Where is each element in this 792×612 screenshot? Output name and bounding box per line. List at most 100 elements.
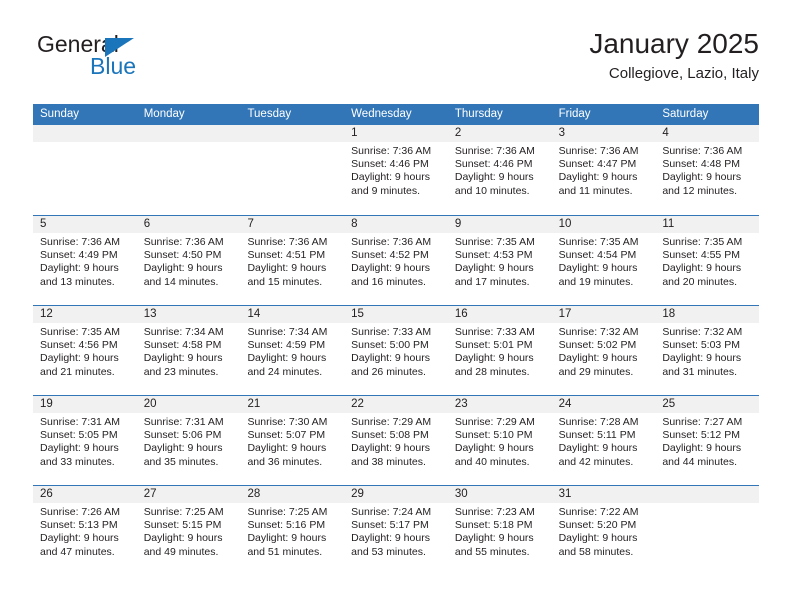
- calendar-week-row: 5 Sunrise: 7:36 AM Sunset: 4:49 PM Daylight…: [33, 215, 760, 305]
- calendar-day-cell[interactable]: 29 Sunrise: 7:24 AM Sunset: 5:17 PM Dayligh…: [344, 486, 448, 575]
- day-number: 9: [447, 216, 552, 233]
- sunrise-text: Sunrise: 7:35 AM: [662, 236, 743, 248]
- weekday-header-thursday: Thursday: [454, 108, 503, 120]
- day-number: [655, 486, 760, 503]
- sunset-text: Sunset: 4:51 PM: [247, 249, 326, 262]
- calendar-day-cell[interactable]: 10 Sunrise: 7:35 AM Sunset: 4:54 PM Dayligh…: [551, 216, 656, 305]
- day-number: 21: [240, 396, 345, 413]
- calendar-day-cell[interactable]: 18 Sunrise: 7:32 AM Sunset: 5:03 PM Dayligh…: [655, 306, 760, 395]
- sunrise-text: Sunrise: 7:29 AM: [351, 416, 432, 428]
- calendar-day-cell[interactable]: 21 Sunrise: 7:30 AM Sunset: 5:07 PM Dayligh…: [240, 396, 345, 485]
- daylight-text-line1: Daylight: 9 hours: [454, 532, 534, 545]
- calendar-day-cell[interactable]: 8 Sunrise: 7:36 AM Sunset: 4:52 PM Daylight…: [344, 216, 448, 305]
- sunrise-text: Sunrise: 7:36 AM: [247, 236, 328, 248]
- calendar-day-cell[interactable]: 20 Sunrise: 7:31 AM Sunset: 5:06 PM Dayligh…: [136, 396, 241, 485]
- calendar-day-cell[interactable]: 27 Sunrise: 7:25 AM Sunset: 5:15 PM Dayligh…: [136, 486, 241, 575]
- calendar-day-cell[interactable]: 3 Sunrise: 7:36 AM Sunset: 4:47 PM Daylight…: [551, 125, 656, 215]
- weekday-header-saturday: Saturday: [662, 108, 709, 120]
- daylight-text-line2: and 51 minutes.: [247, 545, 323, 558]
- calendar-week-row: 19 Sunrise: 7:31 AM Sunset: 5:05 PM Dayligh…: [33, 395, 760, 485]
- sunset-text: Sunset: 5:07 PM: [247, 429, 326, 442]
- calendar-day-cell-empty: [33, 125, 137, 215]
- calendar-day-cell[interactable]: 9 Sunrise: 7:35 AM Sunset: 4:53 PM Daylight…: [447, 216, 552, 305]
- sunset-text: Sunset: 5:00 PM: [351, 339, 429, 352]
- calendar-day-cell[interactable]: 26 Sunrise: 7:26 AM Sunset: 5:13 PM Dayligh…: [33, 486, 137, 575]
- calendar-day-cell[interactable]: 25 Sunrise: 7:27 AM Sunset: 5:12 PM Dayligh…: [655, 396, 760, 485]
- day-sun-info: Sunrise: 7:31 AM Sunset: 5:06 PM Daylight:…: [137, 413, 241, 469]
- calendar-day-cell[interactable]: 19 Sunrise: 7:31 AM Sunset: 5:05 PM Dayligh…: [33, 396, 137, 485]
- sunrise-text: Sunrise: 7:36 AM: [351, 236, 432, 248]
- calendar-day-cell[interactable]: 15 Sunrise: 7:33 AM Sunset: 5:00 PM Dayligh…: [344, 306, 448, 395]
- calendar-day-cell[interactable]: 5 Sunrise: 7:36 AM Sunset: 4:49 PM Daylight…: [33, 216, 137, 305]
- calendar-day-cell[interactable]: 22 Sunrise: 7:29 AM Sunset: 5:08 PM Dayligh…: [344, 396, 448, 485]
- calendar-weeks: 1 Sunrise: 7:36 AM Sunset: 4:46 PM Daylight…: [33, 125, 760, 575]
- sunset-text: Sunset: 4:59 PM: [247, 339, 326, 352]
- day-sun-info: Sunrise: 7:36 AM Sunset: 4:49 PM Daylight:…: [33, 233, 137, 289]
- calendar-day-cell[interactable]: 11 Sunrise: 7:35 AM Sunset: 4:55 PM Dayligh…: [655, 216, 760, 305]
- weekday-header-row: Sunday Monday Tuesday Wednesday Thursday Frid…: [33, 104, 759, 125]
- sunset-text: Sunset: 5:05 PM: [40, 429, 118, 442]
- calendar-week-row: 12 Sunrise: 7:35 AM Sunset: 4:56 PM Dayligh…: [33, 305, 760, 395]
- day-number: 22: [344, 396, 448, 413]
- daylight-text-line2: and 10 minutes.: [454, 184, 530, 197]
- calendar-day-cell[interactable]: 2 Sunrise: 7:36 AM Sunset: 4:46 PM Daylight…: [447, 125, 552, 215]
- day-sun-info: Sunrise: 7:35 AM Sunset: 4:54 PM Daylight:…: [552, 233, 656, 289]
- day-number: [136, 125, 241, 142]
- daylight-text-line1: Daylight: 9 hours: [247, 532, 327, 545]
- logo-text-blue: Blue: [90, 53, 137, 79]
- daylight-text-line1: Daylight: 9 hours: [662, 171, 742, 184]
- calendar-day-cell[interactable]: 24 Sunrise: 7:28 AM Sunset: 5:11 PM Dayligh…: [551, 396, 656, 485]
- calendar-grid: Sunday Monday Tuesday Wednesday Thursday Frid…: [33, 104, 760, 575]
- sunrise-text: Sunrise: 7:28 AM: [558, 416, 639, 428]
- calendar-day-cell[interactable]: 6 Sunrise: 7:36 AM Sunset: 4:50 PM Daylight…: [136, 216, 241, 305]
- sunrise-text: Sunrise: 7:29 AM: [454, 416, 535, 428]
- daylight-text-line2: and 44 minutes.: [662, 455, 738, 468]
- daylight-text-line2: and 29 minutes.: [558, 365, 634, 378]
- day-sun-info: Sunrise: 7:29 AM Sunset: 5:08 PM Daylight:…: [344, 413, 448, 469]
- calendar-day-cell[interactable]: 30 Sunrise: 7:23 AM Sunset: 5:18 PM Dayligh…: [447, 486, 552, 575]
- daylight-text-line1: Daylight: 9 hours: [351, 171, 430, 184]
- daylight-text-line2: and 15 minutes.: [247, 275, 323, 288]
- daylight-text-line2: and 11 minutes.: [558, 184, 633, 197]
- day-number: 30: [447, 486, 552, 503]
- daylight-text-line2: and 16 minutes.: [351, 275, 426, 288]
- sunrise-text: Sunrise: 7:36 AM: [558, 145, 639, 157]
- calendar-day-cell[interactable]: 13 Sunrise: 7:34 AM Sunset: 4:58 PM Dayligh…: [136, 306, 241, 395]
- calendar-day-cell[interactable]: 28 Sunrise: 7:25 AM Sunset: 5:16 PM Dayligh…: [240, 486, 345, 575]
- day-sun-info: Sunrise: 7:24 AM Sunset: 5:17 PM Daylight:…: [344, 503, 448, 559]
- daylight-text-line1: Daylight: 9 hours: [351, 262, 430, 275]
- day-number: 20: [136, 396, 241, 413]
- day-sun-info: Sunrise: 7:27 AM Sunset: 5:12 PM Daylight:…: [655, 413, 759, 469]
- daylight-text-line1: Daylight: 9 hours: [351, 442, 430, 455]
- calendar-day-cell[interactable]: 17 Sunrise: 7:32 AM Sunset: 5:02 PM Dayligh…: [551, 306, 656, 395]
- calendar-day-cell[interactable]: 1 Sunrise: 7:36 AM Sunset: 4:46 PM Daylight…: [344, 125, 448, 215]
- general-blue-logo[interactable]: General Blue: [33, 28, 273, 88]
- day-number: 4: [655, 125, 760, 142]
- daylight-text-line2: and 55 minutes.: [454, 545, 530, 558]
- day-number: 10: [551, 216, 656, 233]
- calendar-day-cell[interactable]: 12 Sunrise: 7:35 AM Sunset: 4:56 PM Dayligh…: [33, 306, 137, 395]
- calendar-day-cell[interactable]: 7 Sunrise: 7:36 AM Sunset: 4:51 PM Daylight…: [240, 216, 345, 305]
- day-sun-info: Sunrise: 7:36 AM Sunset: 4:48 PM Daylight:…: [655, 142, 759, 198]
- calendar-day-cell[interactable]: 4 Sunrise: 7:36 AM Sunset: 4:48 PM Daylight…: [655, 125, 760, 215]
- sunset-text: Sunset: 5:17 PM: [351, 519, 429, 532]
- day-sun-info: Sunrise: 7:23 AM Sunset: 5:18 PM Daylight:…: [448, 503, 552, 559]
- sunrise-text: Sunrise: 7:33 AM: [454, 326, 535, 338]
- day-sun-info: Sunrise: 7:25 AM Sunset: 5:16 PM Daylight:…: [240, 503, 344, 559]
- calendar-day-cell[interactable]: 31 Sunrise: 7:22 AM Sunset: 5:20 PM Dayligh…: [551, 486, 656, 575]
- day-number: 29: [344, 486, 448, 503]
- page-header: General Blue January 2025 Collegiove, La…: [33, 28, 759, 96]
- daylight-text-line1: Daylight: 9 hours: [247, 262, 327, 275]
- calendar-week-row: 26 Sunrise: 7:26 AM Sunset: 5:13 PM Dayligh…: [33, 485, 760, 575]
- sunset-text: Sunset: 5:01 PM: [454, 339, 533, 352]
- daylight-text-line2: and 42 minutes.: [558, 455, 634, 468]
- daylight-text-line1: Daylight: 9 hours: [143, 532, 223, 545]
- day-number: 19: [33, 396, 137, 413]
- calendar-week-row: 1 Sunrise: 7:36 AM Sunset: 4:46 PM Daylight…: [33, 125, 760, 215]
- day-sun-info: Sunrise: 7:33 AM Sunset: 5:01 PM Daylight:…: [448, 323, 552, 379]
- calendar-day-cell[interactable]: 16 Sunrise: 7:33 AM Sunset: 5:01 PM Dayligh…: [447, 306, 552, 395]
- calendar-day-cell[interactable]: 14 Sunrise: 7:34 AM Sunset: 4:59 PM Dayligh…: [240, 306, 345, 395]
- daylight-text-line1: Daylight: 9 hours: [454, 442, 534, 455]
- day-sun-info: Sunrise: 7:25 AM Sunset: 5:15 PM Daylight:…: [137, 503, 241, 559]
- calendar-day-cell[interactable]: 23 Sunrise: 7:29 AM Sunset: 5:10 PM Dayligh…: [447, 396, 552, 485]
